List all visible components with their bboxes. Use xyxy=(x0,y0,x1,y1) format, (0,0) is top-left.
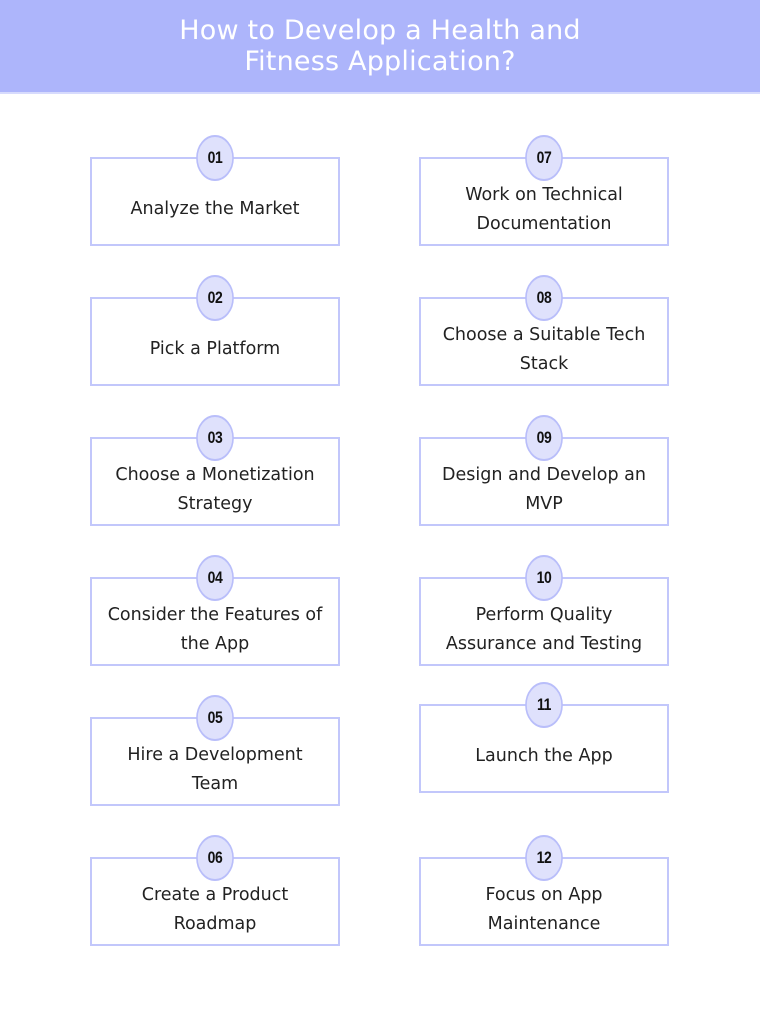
step-card-02: 02 Pick a Platform xyxy=(90,275,340,386)
header-banner: How to Develop a Health and Fitness Appl… xyxy=(0,0,760,94)
step-label: Focus on App Maintenance xyxy=(485,884,603,934)
step-label: Analyze the Market xyxy=(130,199,300,219)
step-label: Work on Technical Documentation xyxy=(465,184,623,234)
step-number-badge: 07 xyxy=(525,135,563,181)
step-label: Choose a Suitable Tech Stack xyxy=(442,324,646,374)
step-label: Launch the App xyxy=(475,746,613,766)
step-card-07: 07 Work on Technical Documentation xyxy=(419,135,669,246)
step-card-03: 03 Choose a Monetization Strategy xyxy=(90,415,340,526)
step-card-08: 08 Choose a Suitable Tech Stack xyxy=(419,275,669,386)
step-card-12: 12 Focus on App Maintenance xyxy=(419,835,669,946)
step-label: Perform Quality Assurance and Testing xyxy=(445,604,643,654)
step-number-badge: 02 xyxy=(196,275,234,321)
step-card-11: 11 Launch the App xyxy=(419,682,669,793)
step-number-badge: 03 xyxy=(196,415,234,461)
step-card-05: 05 Hire a Development Team xyxy=(90,695,340,806)
step-card-01: 01 Analyze the Market xyxy=(90,135,340,246)
step-number-badge: 08 xyxy=(525,275,563,321)
step-number-badge: 04 xyxy=(196,555,234,601)
step-number-badge: 06 xyxy=(196,835,234,881)
step-card-06: 06 Create a Product Roadmap xyxy=(90,835,340,946)
step-number-badge: 12 xyxy=(525,835,563,881)
step-label: Create a Product Roadmap xyxy=(141,884,289,934)
step-label: Hire a Development Team xyxy=(127,744,303,794)
step-label: Pick a Platform xyxy=(149,339,281,359)
step-number-badge: 01 xyxy=(196,135,234,181)
step-card-04: 04 Consider the Features of the App xyxy=(90,555,340,666)
page-title: How to Develop a Health and Fitness Appl… xyxy=(179,15,581,77)
step-label: Consider the Features of the App xyxy=(107,604,323,654)
step-number-badge: 05 xyxy=(196,695,234,741)
step-card-09: 09 Design and Develop an MVP xyxy=(419,415,669,526)
step-card-10: 10 Perform Quality Assurance and Testing xyxy=(419,555,669,666)
step-number-badge: 09 xyxy=(525,415,563,461)
step-label: Choose a Monetization Strategy xyxy=(115,464,315,514)
step-number-badge: 10 xyxy=(525,555,563,601)
step-number-badge: 11 xyxy=(525,682,563,728)
step-label: Design and Develop an MVP xyxy=(442,464,646,514)
